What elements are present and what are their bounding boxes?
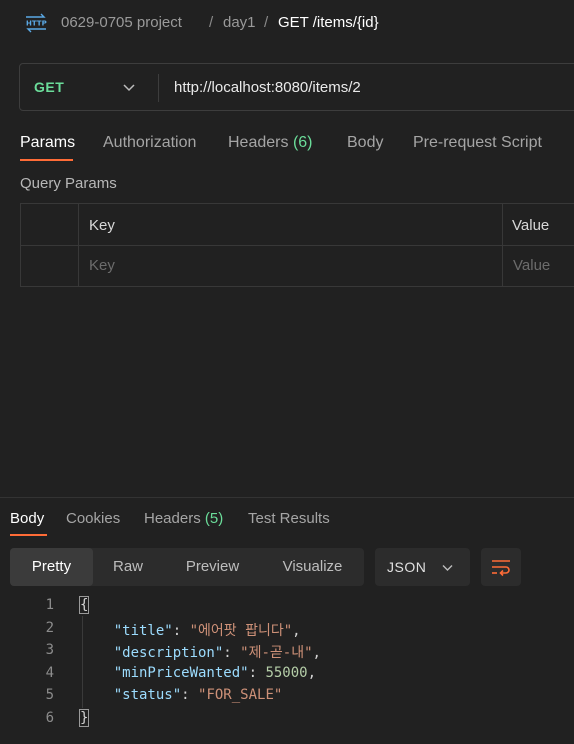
http-icon: HTTP (24, 13, 48, 33)
column-header-value: Value (512, 217, 550, 234)
url-input[interactable]: http://localhost:8080/items/2 (174, 79, 361, 96)
breadcrumb-collection[interactable]: 0629-0705 project (61, 14, 182, 31)
svg-text:HTTP: HTTP (26, 20, 47, 28)
breadcrumb-separator: / (209, 14, 214, 31)
chevron-down-icon (441, 561, 454, 574)
view-preview-button[interactable]: Preview (165, 548, 260, 586)
table-divider (21, 245, 574, 246)
request-bar: GET http://localhost:8080/items/2 (19, 63, 574, 111)
line-number: 5 (45, 687, 54, 703)
breadcrumb-separator: / (264, 14, 269, 31)
line-number: 4 (45, 665, 54, 681)
response-tab-test-results[interactable]: Test Results (248, 510, 330, 527)
column-header-key: Key (89, 217, 115, 234)
response-headers-count: (5) (204, 510, 224, 527)
chevron-down-icon[interactable] (122, 80, 136, 94)
param-value-input[interactable]: Value (513, 257, 550, 274)
divider (158, 74, 159, 102)
code-line: "status": "FOR_SALE" (113, 687, 283, 703)
tab-pre-request-script[interactable]: Pre-request Script (413, 134, 542, 152)
json-value: "FOR_SALE" (198, 687, 283, 703)
tab-headers-label: Headers (228, 134, 289, 151)
tab-body[interactable]: Body (347, 134, 383, 152)
params-table: Key Value Key Value (20, 203, 574, 287)
format-label: JSON (387, 559, 427, 575)
code-line: "title": "에어팟 팝니다", (113, 623, 301, 639)
response-tab-body[interactable]: Body (10, 510, 44, 527)
view-raw-button[interactable]: Raw (94, 548, 162, 586)
table-divider (502, 204, 503, 286)
close-brace: } (78, 709, 90, 727)
param-key-input[interactable]: Key (89, 257, 115, 274)
response-tab-headers[interactable]: Headers (5) (144, 510, 223, 527)
json-value: "에어팟 팝니다" (189, 623, 293, 639)
code-line: } (78, 709, 90, 727)
method-select[interactable]: GET (34, 79, 64, 95)
response-divider[interactable] (0, 497, 574, 498)
response-tab-headers-label: Headers (144, 510, 201, 527)
active-response-tab-indicator (10, 534, 47, 536)
json-key: "minPriceWanted" (113, 665, 249, 681)
view-visualize-button[interactable]: Visualize (265, 548, 360, 586)
tab-authorization[interactable]: Authorization (103, 134, 196, 152)
breadcrumb-folder[interactable]: day1 (223, 14, 256, 31)
json-key: "status" (113, 687, 182, 703)
active-tab-indicator (20, 159, 73, 161)
line-number: 6 (45, 710, 54, 726)
code-line: "minPriceWanted": 55000, (113, 665, 317, 681)
table-divider (78, 204, 79, 286)
wrap-lines-button[interactable] (481, 548, 521, 586)
view-pretty-button[interactable]: Pretty (10, 548, 93, 586)
json-value: 55000 (265, 665, 308, 681)
format-select[interactable]: JSON (375, 548, 470, 586)
json-key: "description" (113, 645, 224, 661)
headers-count: (6) (292, 134, 313, 151)
code-line: "description": "제-곧-내", (113, 645, 321, 661)
line-number: 1 (45, 597, 54, 613)
tab-headers[interactable]: Headers (6) (228, 134, 313, 152)
tab-params[interactable]: Params (20, 134, 75, 152)
open-brace: { (78, 596, 90, 614)
view-mode-group: Pretty Raw Preview Visualize (10, 548, 364, 586)
json-key: "title" (113, 623, 173, 639)
query-params-title: Query Params (20, 175, 117, 192)
breadcrumb-request[interactable]: GET /items/{id} (278, 14, 379, 31)
line-number: 3 (45, 642, 54, 658)
code-line: { (78, 596, 90, 614)
breadcrumb: HTTP 0629-0705 project / day1 / GET /ite… (0, 0, 574, 46)
response-tab-cookies[interactable]: Cookies (66, 510, 120, 527)
line-number: 2 (45, 620, 54, 636)
json-value: "제-곧-내" (240, 645, 313, 661)
